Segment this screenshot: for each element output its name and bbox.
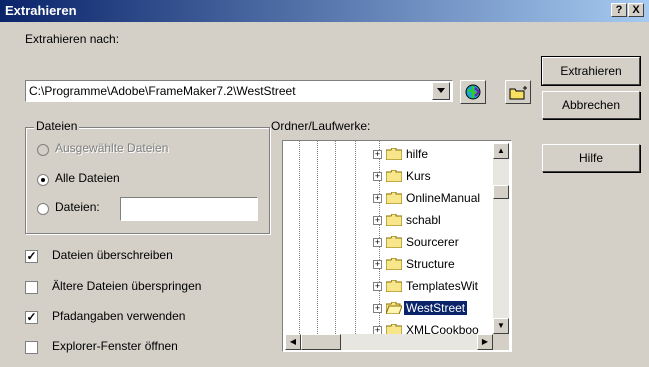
folder-tree[interactable]: + hilfe + Kurs + OnlineManual + schabl +… (282, 140, 512, 352)
selected-folder-label: WestStreet (402, 300, 469, 316)
radio-all-files[interactable] (37, 174, 49, 186)
overwrite-label[interactable]: Dateien überschreiben (52, 248, 173, 262)
open-explorer-checkbox[interactable] (25, 341, 38, 354)
new-folder-button[interactable] (505, 80, 531, 104)
vertical-scroll-thumb[interactable] (493, 185, 509, 199)
radio-files[interactable] (37, 203, 49, 215)
radio-all-files-label[interactable]: Alle Dateien (55, 171, 120, 185)
help-title-button[interactable]: ? (611, 3, 627, 17)
scrollbar-corner (493, 334, 509, 350)
use-paths-label[interactable]: Pfadangaben verwenden (52, 309, 185, 323)
expand-icon[interactable]: + (373, 260, 382, 269)
expand-icon[interactable]: + (373, 216, 382, 225)
network-folder-button[interactable] (460, 80, 486, 104)
folder-icon (386, 280, 402, 292)
path-value: C:\Programme\Adobe\FrameMaker7.2\WestStr… (29, 84, 296, 98)
vertical-scrollbar[interactable]: ▲ ▼ (493, 143, 509, 334)
radio-selected-files (37, 144, 49, 156)
skip-older-label[interactable]: Ältere Dateien überspringen (52, 279, 201, 293)
path-combobox[interactable]: C:\Programme\Adobe\FrameMaker7.2\WestStr… (25, 80, 453, 102)
open-explorer-label[interactable]: Explorer-Fenster öffnen (52, 339, 178, 353)
checkmark-icon: ✓ (26, 310, 37, 324)
extract-button[interactable]: Extrahieren (541, 56, 641, 86)
scroll-right-button[interactable]: ▶ (477, 334, 493, 350)
expand-icon[interactable]: + (373, 238, 382, 247)
folder-icon (386, 148, 402, 160)
folder-icon (386, 214, 402, 226)
files-input[interactable] (120, 197, 258, 221)
scroll-left-button[interactable]: ◀ (285, 334, 301, 350)
scroll-down-button[interactable]: ▼ (493, 318, 509, 334)
expand-icon[interactable]: + (373, 304, 382, 313)
folder-icon (386, 258, 402, 270)
horizontal-scroll-thumb[interactable] (301, 334, 341, 350)
overwrite-checkbox[interactable]: ✓ (25, 250, 38, 263)
tree-item-sourcerer[interactable]: + Sourcerer (373, 233, 493, 255)
extract-to-label: Extrahieren nach: (25, 32, 120, 46)
tree-item-onlinemanual[interactable]: + OnlineManual (373, 189, 493, 211)
scroll-up-button[interactable]: ▲ (493, 143, 509, 159)
network-drive-icon (465, 84, 481, 100)
files-group-legend: Dateien (34, 119, 80, 133)
checkmark-icon: ✓ (26, 249, 37, 263)
folder-icon (386, 170, 402, 182)
folder-icon (386, 192, 402, 204)
tree-item-kurs[interactable]: + Kurs (373, 167, 493, 189)
tree-items: + hilfe + Kurs + OnlineManual + schabl +… (373, 145, 493, 343)
radio-files-label[interactable]: Dateien: (55, 200, 100, 214)
open-folder-icon (386, 302, 402, 314)
chevron-down-icon (437, 88, 445, 93)
tree-item-templateswit[interactable]: + TemplatesWit (373, 277, 493, 299)
expand-icon[interactable]: + (373, 150, 382, 159)
folders-label: Ordner/Laufwerke: (271, 119, 371, 133)
tree-item-weststreet[interactable]: + WestStreet (373, 299, 493, 321)
tree-item-hilfe[interactable]: + hilfe (373, 145, 493, 167)
skip-older-checkbox[interactable] (25, 281, 38, 294)
title-bar (0, 0, 649, 22)
expand-icon[interactable]: + (373, 194, 382, 203)
radio-selected-files-label: Ausgewählte Dateien (55, 141, 169, 155)
folder-icon (386, 236, 402, 248)
window-title: Extrahieren (5, 3, 77, 18)
expand-icon[interactable]: + (373, 172, 382, 181)
expand-icon[interactable]: + (373, 282, 382, 291)
new-folder-icon (509, 86, 527, 100)
tree-item-structure[interactable]: + Structure (373, 255, 493, 277)
combobox-dropdown-button[interactable] (432, 82, 450, 100)
cancel-button[interactable]: Abbrechen (542, 91, 640, 119)
use-paths-checkbox[interactable]: ✓ (25, 311, 38, 324)
help-button[interactable]: Hilfe (542, 144, 640, 172)
tree-item-schabl[interactable]: + schabl (373, 211, 493, 233)
close-button[interactable]: X (628, 3, 644, 17)
horizontal-scrollbar[interactable]: ◀ ▶ (285, 334, 493, 350)
